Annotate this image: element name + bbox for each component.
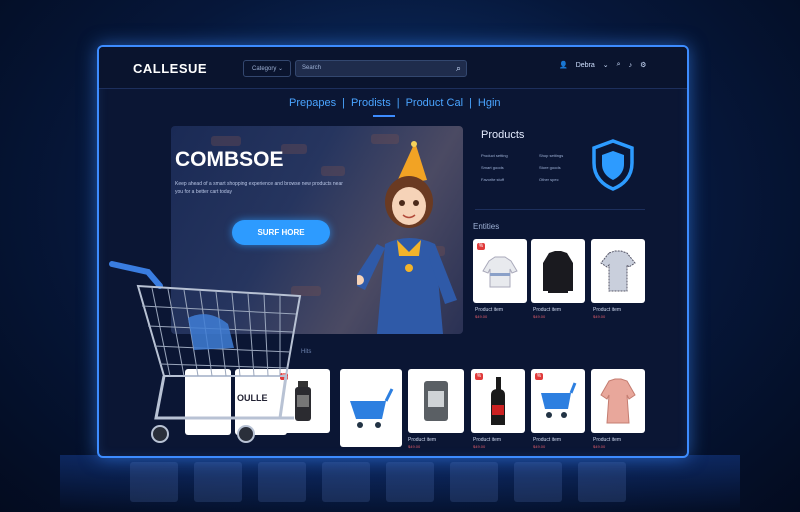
entities-title: Entities	[473, 222, 500, 231]
blouse-icon	[600, 378, 636, 424]
notification-icon[interactable]: ♪	[629, 62, 633, 69]
hero-description: Keep ahead of a smart shopping experienc…	[175, 181, 343, 195]
product-card-label: Product item $49.00	[533, 437, 587, 449]
product-link[interactable]: Other spec	[539, 177, 593, 183]
reflection-tile	[258, 462, 306, 502]
product-name: Product item	[593, 307, 622, 313]
shelf-decor	[321, 166, 345, 176]
product-card-blouse[interactable]	[591, 369, 645, 433]
product-card-label: Product item $49.00	[533, 307, 587, 319]
wine-bottle-icon	[491, 377, 505, 425]
shelf-decor	[281, 144, 307, 154]
main-nav: Prepapes | Prodists | Product Cal | Hgin	[289, 97, 501, 109]
reflection-tile	[450, 462, 498, 502]
product-name: Product item	[533, 437, 562, 443]
nav-separator: |	[342, 97, 345, 109]
shirt-icon	[600, 250, 636, 292]
product-card-label: Product item $49.00	[593, 307, 647, 319]
nav-active-indicator	[373, 115, 395, 117]
reflection-tile	[514, 462, 562, 502]
product-link[interactable]: Product setting	[481, 153, 535, 159]
products-panel-title: Products	[481, 129, 525, 141]
chevron-down-icon: ⌄	[278, 66, 284, 72]
nav-item-hgin[interactable]: Hgin	[478, 97, 501, 109]
reflection-tile	[194, 462, 242, 502]
product-card-wine[interactable]: %	[471, 369, 525, 433]
product-price: $49.00	[473, 444, 486, 449]
product-card-bag[interactable]	[408, 369, 464, 433]
sweater-icon	[482, 256, 518, 288]
reflection-tile	[322, 462, 370, 502]
product-card-label: Product item $49.00	[408, 437, 462, 449]
mascot-illustration	[357, 141, 457, 334]
product-card-shirt[interactable]	[591, 239, 645, 303]
search-input[interactable]: Search ⌕	[295, 60, 467, 77]
product-price: $49.00	[408, 444, 421, 449]
dropdown-label: Category	[252, 66, 277, 72]
window-reflection	[130, 462, 626, 502]
shield-icon	[592, 139, 634, 191]
jacket-icon	[543, 251, 573, 293]
product-card-cart[interactable]	[340, 369, 402, 447]
search-icon[interactable]: ⌕	[617, 61, 621, 69]
hero-cta-button[interactable]: SURF HORE	[232, 220, 330, 245]
product-card-sweater[interactable]: %	[473, 239, 527, 303]
reflection-tile	[130, 462, 178, 502]
reflection-tile	[386, 462, 434, 502]
nav-item-product-cal[interactable]: Product Cal	[406, 97, 463, 109]
product-price: $49.00	[593, 314, 606, 319]
product-card-label: Product item $49.00	[475, 307, 529, 319]
shopping-cart-illustration	[109, 261, 302, 443]
header-bar: CALLESUE Category ⌄ Search ⌕ 👤 Debra ⌄ ⌕…	[99, 47, 687, 89]
product-card-label: Product item $49.00	[473, 437, 527, 449]
header-actions: 👤 Debra ⌄ ⌕ ♪ ⚙	[559, 61, 646, 69]
search-placeholder: Search	[302, 65, 322, 71]
product-card-label: Product item $49.00	[593, 437, 647, 449]
category-dropdown[interactable]: Category ⌄	[243, 60, 291, 77]
hero-title: COMBSOE	[175, 148, 284, 171]
product-name: Product item	[475, 307, 504, 313]
product-link[interactable]: Smart goods	[481, 165, 535, 171]
product-link[interactable]: Favorite stuff	[481, 177, 535, 183]
search-icon[interactable]: ⌕	[456, 63, 461, 74]
bag-icon	[424, 381, 448, 421]
blue-cart-icon	[541, 382, 577, 418]
product-link[interactable]: Shop settings	[539, 153, 593, 159]
panel-divider	[475, 209, 645, 210]
product-card-cart-2[interactable]: %	[531, 369, 585, 433]
user-icon[interactable]: 👤	[559, 61, 568, 69]
nav-item-prepapes[interactable]: Prepapes	[289, 97, 336, 109]
shelf-decor	[211, 136, 241, 146]
settings-icon[interactable]: ⚙	[640, 61, 646, 69]
product-link[interactable]: Store goods	[539, 165, 593, 171]
chevron-down-icon[interactable]: ⌄	[603, 61, 609, 69]
product-price: $49.00	[593, 444, 606, 449]
product-name: Product item	[473, 437, 502, 443]
product-card-jacket[interactable]	[531, 239, 585, 303]
product-price: $49.00	[533, 444, 546, 449]
product-name: Product item	[533, 307, 562, 313]
user-menu-label[interactable]: Debra	[576, 62, 595, 69]
blue-cart-icon	[350, 388, 394, 428]
nav-item-prodists[interactable]: Prodists	[351, 97, 391, 109]
product-name: Product item	[408, 437, 437, 443]
product-price: $49.00	[533, 314, 546, 319]
product-name: Product item	[593, 437, 622, 443]
logo[interactable]: CALLESUE	[133, 61, 207, 76]
product-price: $49.00	[475, 314, 488, 319]
nav-separator: |	[396, 97, 400, 109]
nav-separator: |	[469, 97, 472, 109]
reflection-tile	[578, 462, 626, 502]
products-links: Product setting Shop settings Smart good…	[481, 153, 593, 183]
